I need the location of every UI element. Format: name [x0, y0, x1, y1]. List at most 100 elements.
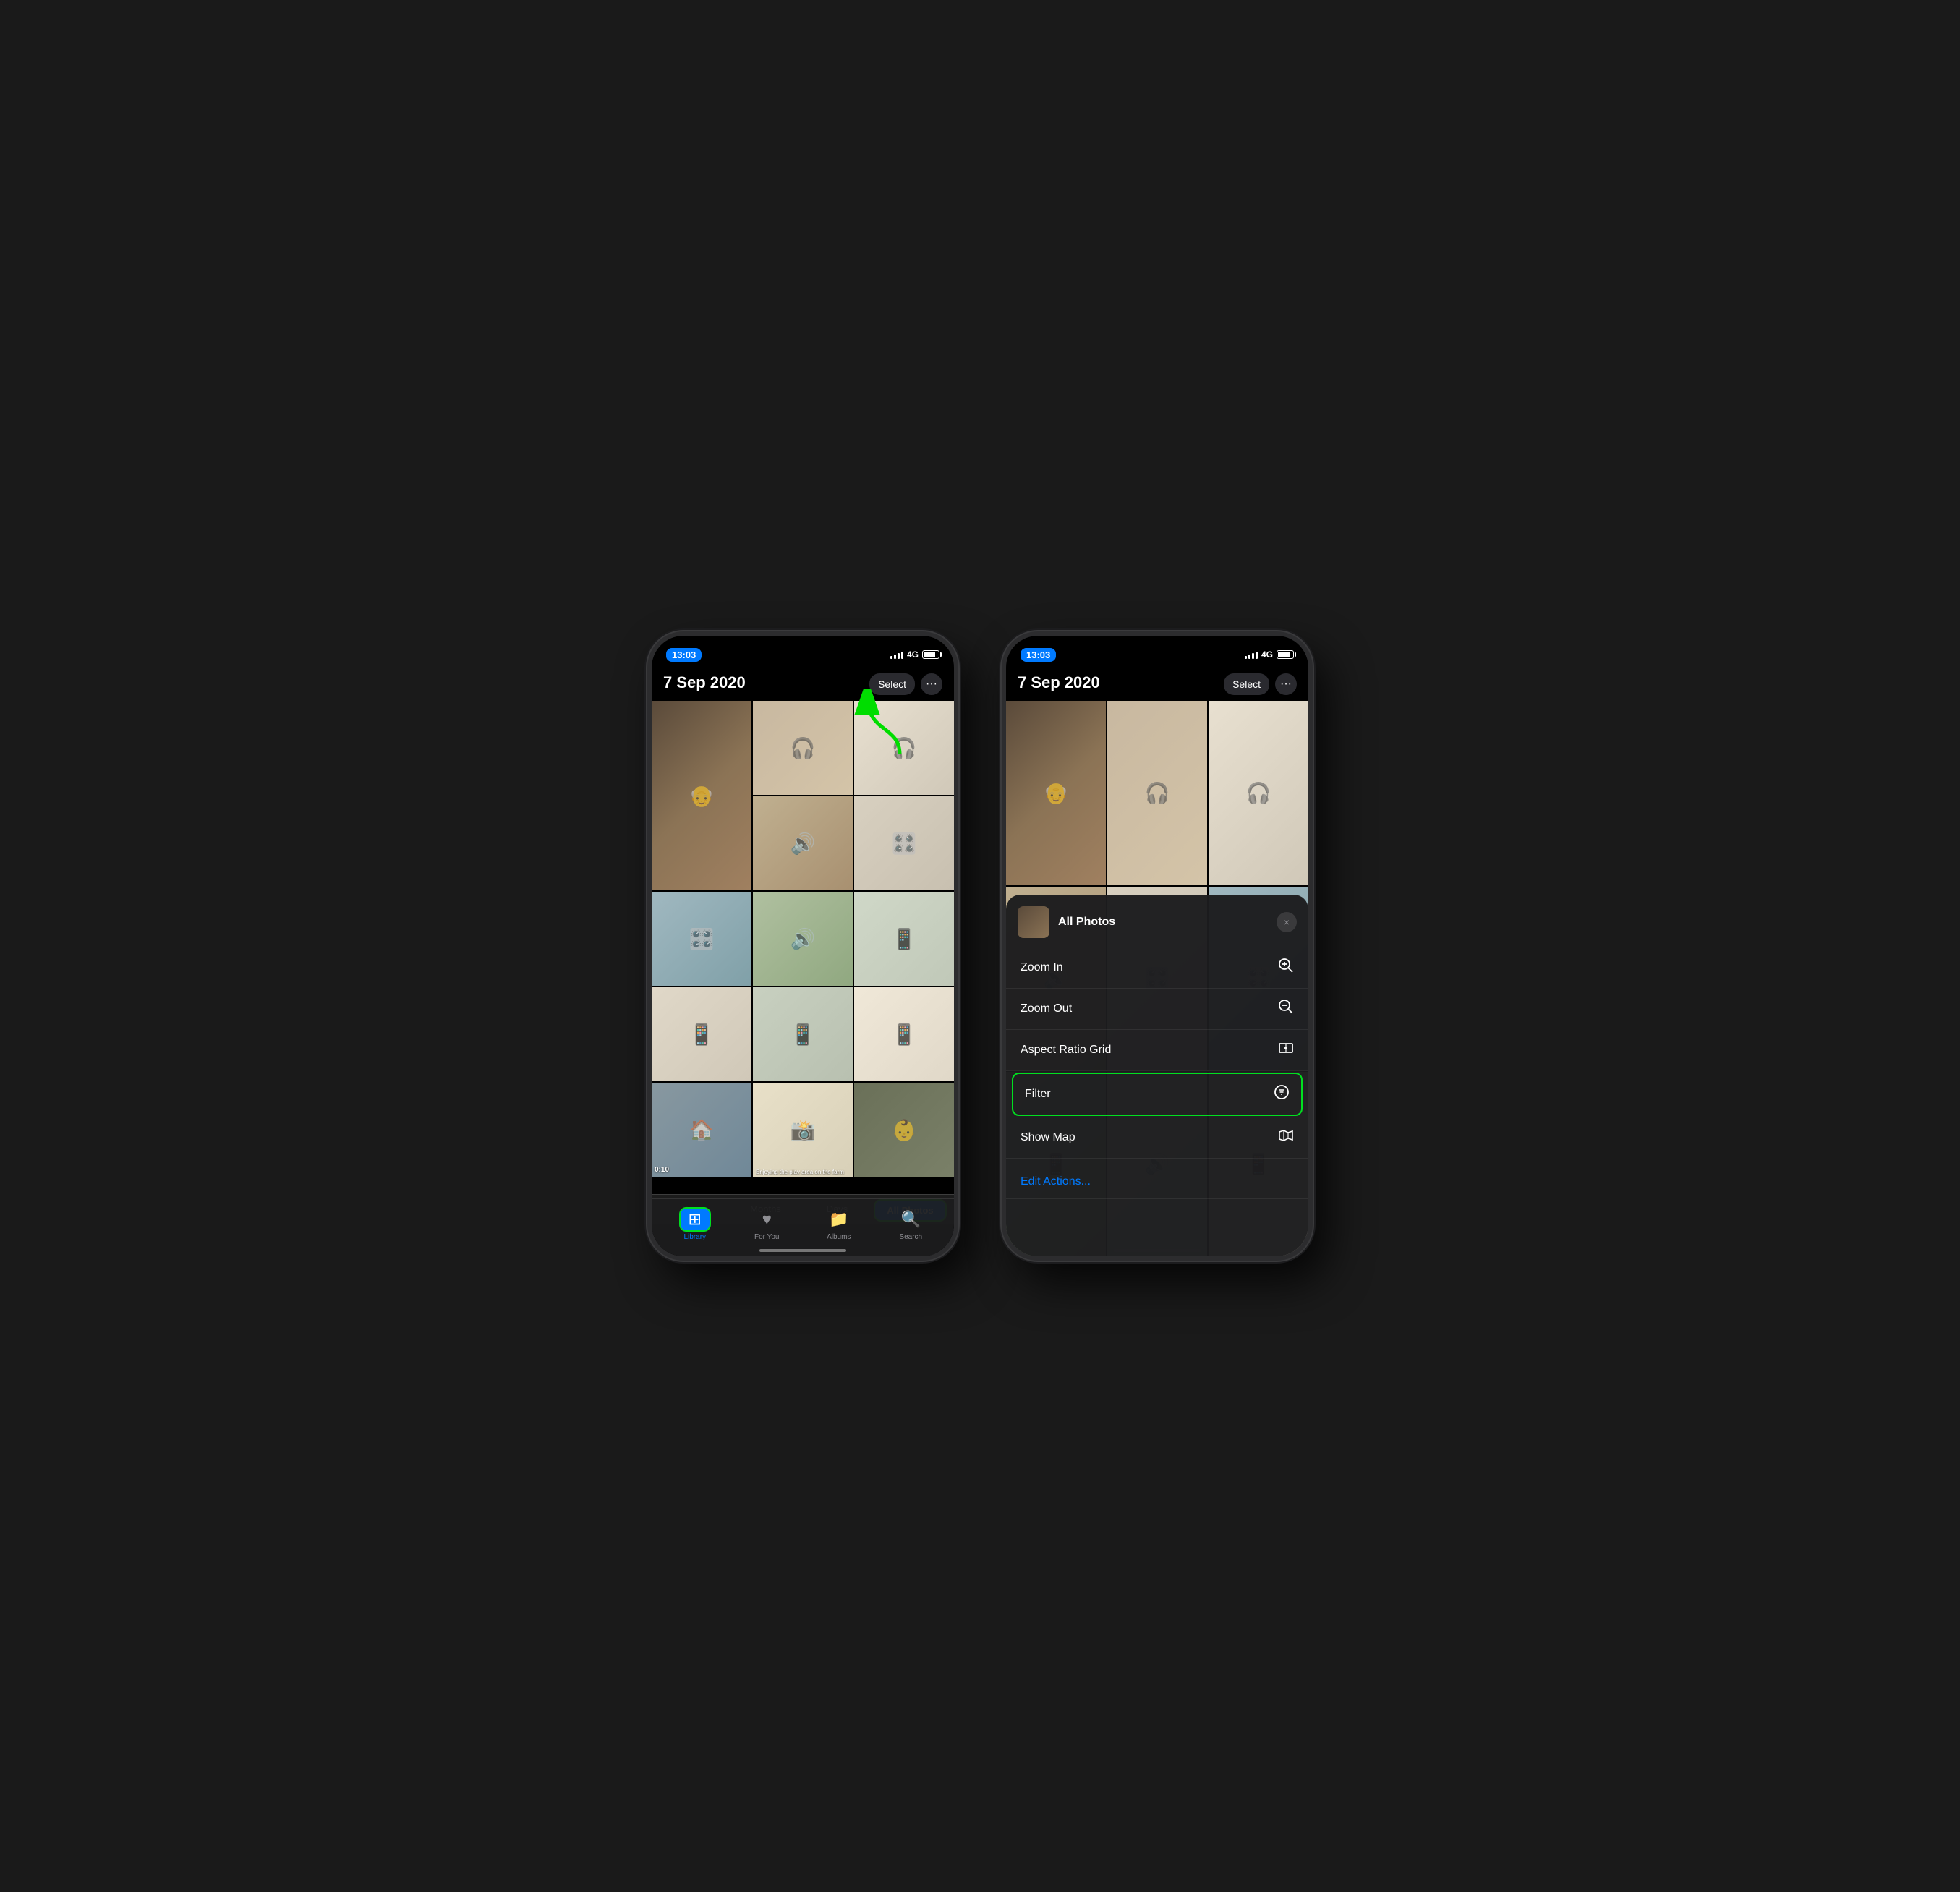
- battery-right: [1277, 650, 1294, 659]
- signal-bar-1: [890, 656, 892, 659]
- photo-icon-11: 📱: [892, 1023, 917, 1047]
- photo-icon-14: 👶: [892, 1118, 917, 1142]
- left-phone-screen: 13:03 4G 7 Sep 2020: [652, 636, 954, 1256]
- photo-icon-1: 👴: [689, 784, 715, 808]
- signal-bar-2: [894, 655, 896, 659]
- battery-fill-right: [1278, 652, 1290, 657]
- albums-icon: 📁: [829, 1210, 848, 1229]
- zoom-out-label: Zoom Out: [1021, 1002, 1072, 1015]
- context-menu-title: All Photos: [1058, 916, 1268, 929]
- grid-cell-2[interactable]: 🎧: [753, 701, 853, 795]
- photo-icon-2: 🎧: [791, 736, 816, 760]
- photo-area-left: 7 Sep 2020 Select ···: [652, 668, 954, 1256]
- context-thumb: [1018, 906, 1049, 938]
- bottom-nav-left: ⊞ Library ♥ For You 📁 Albu: [652, 1198, 954, 1256]
- photo-icon-4: 🔊: [791, 832, 816, 856]
- signal-type-left: 4G: [907, 649, 919, 660]
- grid-cell-9[interactable]: 📱: [652, 987, 751, 1081]
- menu-item-zoom-in[interactable]: Zoom In: [1006, 947, 1308, 989]
- menu-item-zoom-out[interactable]: Zoom Out: [1006, 989, 1308, 1030]
- status-time-left: 13:03: [666, 648, 702, 662]
- status-time-right: 13:03: [1021, 648, 1056, 662]
- photo-icon-8: 📱: [892, 927, 917, 951]
- menu-item-show-map[interactable]: Show Map: [1006, 1117, 1308, 1159]
- grid-cell-14[interactable]: 👶: [854, 1083, 954, 1177]
- scene: 13:03 4G 7 Sep 2020: [618, 602, 1342, 1290]
- photo-icon-12: 🏠: [689, 1118, 715, 1142]
- date-header-left: 7 Sep 2020: [663, 673, 746, 692]
- nav-albums[interactable]: 📁 Albums: [803, 1207, 875, 1241]
- photo-icon-6: 🎛️: [689, 927, 715, 951]
- r-cell-2[interactable]: 🎧: [1107, 701, 1207, 885]
- photo-icon-7: 🔊: [791, 927, 816, 951]
- grid-cell-8[interactable]: 📱: [854, 892, 954, 986]
- grid-cell-11[interactable]: 📱: [854, 987, 954, 1081]
- signal-bar-3: [898, 653, 900, 659]
- r-signal-bar-2: [1248, 655, 1250, 659]
- context-menu: All Photos × Zoom In: [1006, 895, 1308, 1256]
- duration-badge: 0:10: [655, 1166, 669, 1174]
- filter-icon: [1274, 1084, 1290, 1104]
- status-right-right: 4G: [1245, 649, 1294, 660]
- notch-right: [1103, 636, 1211, 656]
- nav-for-you[interactable]: ♥ For You: [731, 1207, 804, 1241]
- grid-cell-7[interactable]: 🔊: [753, 892, 853, 986]
- right-phone-screen: 13:03 4G 7 Sep 2020: [1006, 636, 1308, 1256]
- search-icon-wrap: 🔍: [895, 1207, 926, 1232]
- r-signal-bar-3: [1252, 653, 1254, 659]
- grid-cell-6[interactable]: 🎛️: [652, 892, 751, 986]
- photo-icon-10: 📱: [791, 1023, 816, 1047]
- more-button-right[interactable]: ···: [1275, 673, 1297, 695]
- status-right-left: 4G: [890, 649, 939, 660]
- photo-icon-13: 📸: [791, 1118, 816, 1142]
- r-signal-bar-1: [1245, 656, 1247, 659]
- grid-cell-12[interactable]: 🏠 0:10: [652, 1083, 751, 1177]
- grid-cell-5[interactable]: 🎛️: [854, 796, 954, 890]
- grid-cell-4[interactable]: 🔊: [753, 796, 853, 890]
- context-close-button[interactable]: ×: [1277, 912, 1297, 932]
- show-map-icon: [1278, 1128, 1294, 1148]
- nav-library[interactable]: ⊞ Library: [659, 1207, 731, 1241]
- photo-area-right: 7 Sep 2020 Select ··· 👴 🎧 🎧: [1006, 668, 1308, 1256]
- grid-cell-1[interactable]: 👴: [652, 701, 751, 890]
- library-icon-wrap: ⊞: [679, 1207, 711, 1232]
- signal-bars-left: [890, 650, 903, 659]
- photo-icon-3: 🎧: [892, 736, 917, 760]
- r-signal-bar-4: [1256, 652, 1258, 659]
- nav-search[interactable]: 🔍 Search: [875, 1207, 947, 1241]
- albums-label: Albums: [827, 1233, 851, 1241]
- zoom-in-label: Zoom In: [1021, 961, 1063, 974]
- filter-label: Filter: [1025, 1088, 1051, 1101]
- for-you-icon: ♥: [762, 1210, 772, 1229]
- search-label: Search: [899, 1233, 922, 1241]
- photo-icon-9: 📱: [689, 1023, 715, 1047]
- grid-cell-13[interactable]: 📸 Enjoying the play area on the farm: [753, 1083, 853, 1177]
- grid-cell-10[interactable]: 📱: [753, 987, 853, 1081]
- notch: [749, 636, 857, 656]
- menu-item-filter[interactable]: Filter: [1012, 1073, 1303, 1116]
- for-you-label: For You: [754, 1233, 779, 1241]
- r-cell-3[interactable]: 🎧: [1209, 701, 1308, 885]
- top-buttons-right[interactable]: Select ···: [1224, 673, 1297, 695]
- edit-actions-label: Edit Actions...: [1021, 1175, 1091, 1188]
- zoom-out-icon: [1278, 999, 1294, 1019]
- left-phone: 13:03 4G 7 Sep 2020: [647, 631, 958, 1261]
- aspect-ratio-icon: [1278, 1040, 1294, 1060]
- for-you-icon-wrap: ♥: [751, 1207, 783, 1232]
- r-cell-1[interactable]: 👴: [1006, 701, 1106, 885]
- library-icon: ⊞: [689, 1210, 702, 1229]
- signal-bars-right: [1245, 650, 1258, 659]
- context-menu-header: All Photos ×: [1006, 895, 1308, 947]
- menu-item-aspect-ratio[interactable]: Aspect Ratio Grid: [1006, 1030, 1308, 1071]
- home-indicator-left: [759, 1249, 846, 1252]
- top-buttons-left[interactable]: Select ···: [869, 673, 942, 695]
- right-phone: 13:03 4G 7 Sep 2020: [1002, 631, 1313, 1261]
- select-button-left[interactable]: Select: [869, 673, 915, 695]
- select-button-right[interactable]: Select: [1224, 673, 1269, 695]
- battery-left: [922, 650, 939, 659]
- more-button-left[interactable]: ···: [921, 673, 942, 695]
- show-map-label: Show Map: [1021, 1131, 1075, 1144]
- grid-cell-3[interactable]: 🎧: [854, 701, 954, 795]
- library-label: Library: [683, 1233, 706, 1241]
- menu-item-edit-actions[interactable]: Edit Actions...: [1006, 1165, 1308, 1199]
